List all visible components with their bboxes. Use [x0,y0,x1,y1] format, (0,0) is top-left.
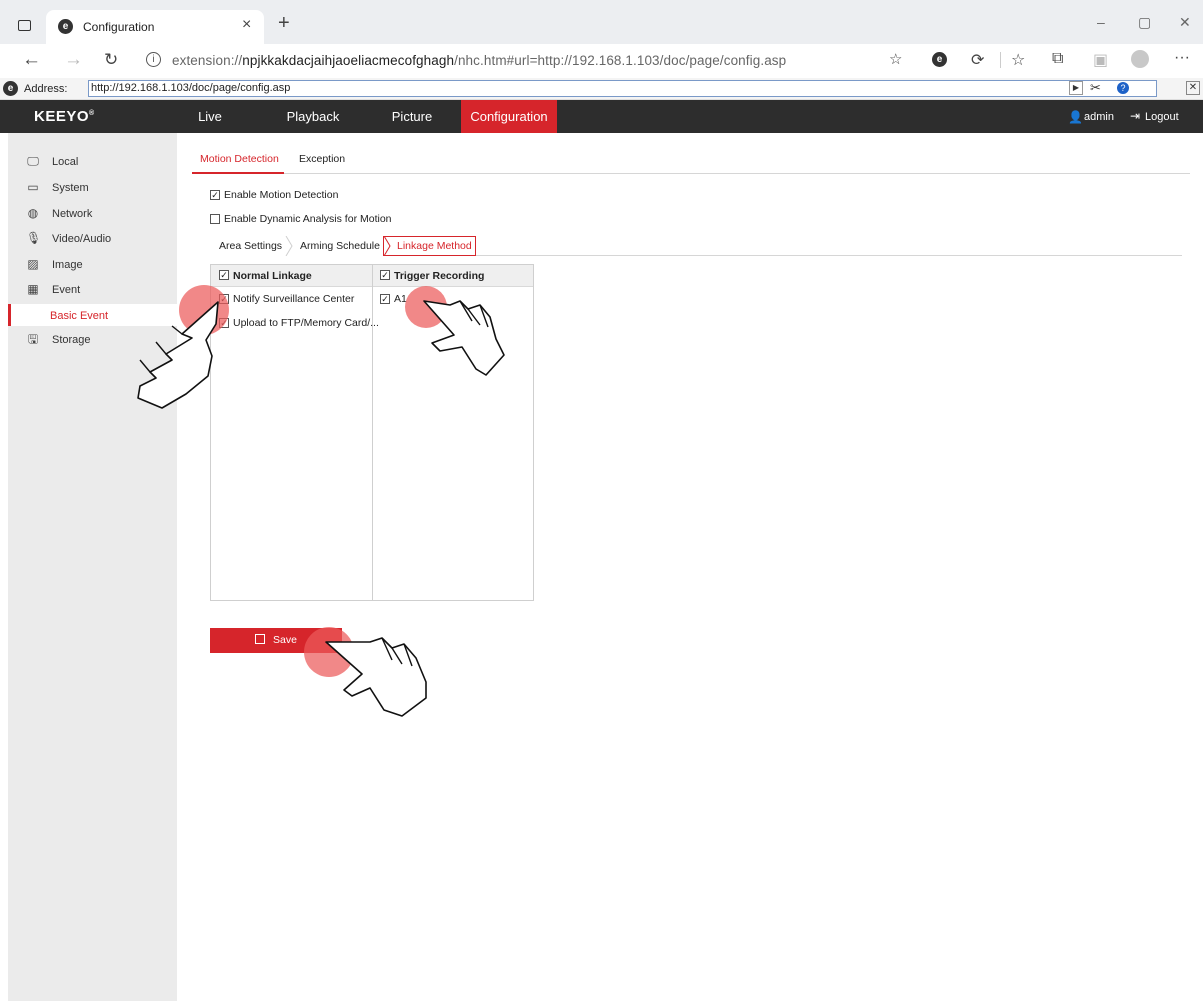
window-menu-icon[interactable] [18,20,31,31]
tabs-divider [192,173,1190,174]
sidebar-item-system[interactable]: ▭ System [8,175,177,200]
sidebar-item-label: Local [52,156,79,168]
panel-column-divider [372,265,373,600]
disk-icon: 🖫 [27,332,39,346]
tools-icon[interactable]: ✂ [1090,80,1101,96]
refresh-icon[interactable]: ↻ [104,49,118,71]
logout-icon[interactable]: ⇥ [1130,109,1140,123]
click-hint-dot [304,627,354,677]
normal-linkage-checkbox[interactable] [219,270,229,280]
linkage-panel [210,264,534,601]
enable-motion-checkbox[interactable] [210,190,220,200]
sidebar-item-storage[interactable]: 🖫 Storage [8,327,177,352]
sidebar-item-label: System [52,182,89,194]
profile-avatar[interactable] [1131,50,1149,68]
menu-configuration[interactable]: Configuration [461,100,557,133]
step-divider [476,255,1182,256]
microphone-icon: 🎙 [26,231,42,245]
go-arrow-icon[interactable]: ▶ [1069,81,1083,95]
enable-dynamic-label: Enable Dynamic Analysis for Motion [224,213,392,225]
click-hint-dot [179,285,229,335]
keeyo-logo: KEEYO® [34,108,95,125]
toolbar-divider [1000,52,1001,68]
minimize-button[interactable]: – [1097,14,1105,30]
sidebar-item-basic-event[interactable]: Basic Event [8,304,177,326]
user-icon: 👤 [1068,110,1083,124]
calendar-icon: ▦ [27,282,39,296]
favorite-star-icon[interactable]: ☆ [889,50,902,68]
browser-titlebar: e Configuration × + – ▢ ✕ [0,0,1203,44]
sidebar-item-label: Video/Audio [52,233,112,245]
notify-center-label: Notify Surveillance Center [233,293,355,305]
more-menu-icon[interactable]: ··· [1174,49,1190,67]
tab-motion-detection[interactable]: Motion Detection [200,153,279,165]
sidebar-item-label: Network [52,208,93,220]
favorites-list-icon[interactable]: ☆ [1011,50,1025,70]
ie-mode-icon[interactable]: e [932,52,947,67]
ie-address-bar: e Address: http://192.168.1.103/doc/page… [0,78,1203,100]
address-label: Address: [24,83,68,95]
url-bar[interactable]: extension://npjkkakdacjaihjaoeliacmecofg… [172,53,786,68]
sidebar-sub-label: Basic Event [50,310,109,322]
monitor-icon: 🖵 [27,154,39,168]
tab-close-icon[interactable]: × [242,16,251,34]
a1-checkbox[interactable] [380,294,390,304]
trigger-recording-checkbox[interactable] [380,270,390,280]
menu-live-view[interactable]: Live View [190,100,230,157]
step-linkage-method[interactable]: Linkage Method [383,236,476,256]
sidebar-item-local[interactable]: 🖵 Local [8,149,177,174]
menu-playback[interactable]: Playback [286,100,340,133]
step-arrow-icon [383,236,391,256]
sidebar-gutter [0,133,8,1001]
site-info-icon[interactable]: i [146,52,161,67]
collections-icon[interactable]: ⧉ [1052,50,1063,68]
sidebar-item-video-audio[interactable]: 🎙 Video/Audio [8,226,177,251]
help-icon[interactable]: ? [1117,82,1129,94]
system-icon: ▭ [27,180,39,194]
step-area-settings[interactable]: Area Settings [210,236,290,256]
ie-favicon-icon: e [58,19,73,34]
sidebar-item-label: Storage [52,334,91,346]
ie-logo-icon: e [3,81,18,96]
back-arrow-icon[interactable]: ← [22,49,41,71]
extensions-icon[interactable]: ⟳ [971,50,984,70]
globe-icon: ◍ [27,206,39,220]
logout-link[interactable]: Logout [1145,111,1179,123]
image-icon: ▨ [27,257,39,271]
sidebar-item-event[interactable]: ▦ Event [8,277,177,302]
sidebar-item-network[interactable]: ◍ Network [8,201,177,226]
sidebar-item-label: Event [52,284,81,296]
trigger-recording-header: Trigger Recording [394,270,485,282]
upload-ftp-label: Upload to FTP/Memory Card/... [233,317,379,329]
enable-motion-label: Enable Motion Detection [224,189,339,201]
tab-exception[interactable]: Exception [299,153,345,165]
menu-picture[interactable]: Picture [390,100,434,133]
normal-linkage-header: Normal Linkage [233,270,312,282]
browser-tab[interactable]: e Configuration × [46,10,264,44]
app-header: KEEYO® Live View Playback Picture Config… [0,100,1203,157]
new-tab-button[interactable]: + [278,13,290,33]
maximize-button[interactable]: ▢ [1138,14,1151,31]
address-input[interactable]: http://192.168.1.103/doc/page/config.asp [88,80,1157,97]
close-window-button[interactable]: ✕ [1179,14,1191,31]
active-tab-underline [192,172,284,174]
step-arming-schedule[interactable]: Arming Schedule [291,236,383,256]
tab-action-icon[interactable]: ▣ [1093,50,1108,70]
tab-title: Configuration [83,20,155,34]
close-ie-bar-icon[interactable]: ✕ [1186,81,1200,95]
enable-dynamic-checkbox[interactable] [210,214,220,224]
click-hint-dot [405,286,447,328]
floppy-icon [255,634,266,644]
sidebar-item-label: Image [52,259,83,271]
user-name[interactable]: admin [1084,111,1114,123]
forward-arrow-icon[interactable]: → [64,49,83,71]
sidebar-item-image[interactable]: ▨ Image [8,252,177,277]
